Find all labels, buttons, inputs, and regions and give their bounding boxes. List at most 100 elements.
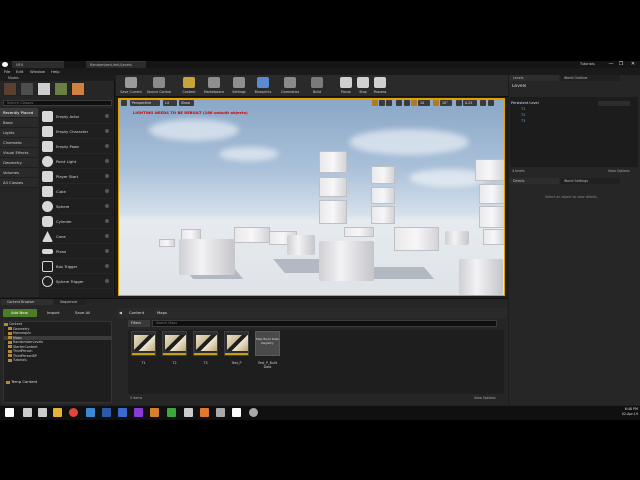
close-button[interactable]: ✕ xyxy=(628,61,638,68)
place-item[interactable]: Empty Pawn xyxy=(40,139,112,154)
level-row[interactable]: T2 xyxy=(521,113,525,118)
epic-launcher-icon[interactable] xyxy=(167,408,176,417)
photoshop-icon[interactable] xyxy=(118,408,127,417)
map-asset-tile[interactable] xyxy=(224,331,249,356)
store-icon[interactable] xyxy=(86,408,95,417)
task-view-icon[interactable] xyxy=(38,408,47,417)
place-item[interactable]: Empty Actor xyxy=(40,109,112,124)
tab-content-browser[interactable]: Content Browser xyxy=(1,299,53,305)
foliage-mode-icon[interactable] xyxy=(54,82,68,96)
search-icon[interactable] xyxy=(23,408,32,417)
system-clock[interactable]: 6:48 PM 02-Apr-19 xyxy=(612,407,638,417)
tab-level[interactable]: RandomizerLimit/Levels xyxy=(86,61,146,68)
place-item[interactable]: Sphere Trigger xyxy=(40,274,112,289)
tab-world-settings[interactable]: World Settings xyxy=(560,178,620,184)
level-row[interactable]: T1 xyxy=(521,107,525,112)
map-asset-tile[interactable] xyxy=(131,331,156,356)
toolbar-button[interactable]: Save Current xyxy=(120,76,142,96)
lit-button[interactable]: Lit xyxy=(163,100,177,106)
world-local-icon[interactable] xyxy=(396,100,402,106)
breadcrumb-maps[interactable]: Maps xyxy=(157,309,167,317)
rotate-mode-icon[interactable] xyxy=(379,100,385,106)
levels-title[interactable]: Levels xyxy=(512,84,526,89)
rotation-snap-icon[interactable] xyxy=(433,100,439,106)
geometry-mode-icon[interactable] xyxy=(71,82,85,96)
toolbar-button[interactable]: Source Control xyxy=(147,76,171,96)
map-build-data-tile[interactable]: Map Build Data Registry xyxy=(255,331,280,356)
tab-levels[interactable]: Levels xyxy=(509,75,559,81)
toolbar-button[interactable]: Settings xyxy=(228,76,250,96)
toolbar-button[interactable]: Content xyxy=(178,76,200,96)
place-item[interactable]: Player Start xyxy=(40,169,112,184)
scale-snap-value[interactable]: 0.25 xyxy=(463,100,477,106)
app-icon[interactable] xyxy=(216,408,225,417)
category-basic[interactable]: Basic xyxy=(0,118,38,128)
word-icon[interactable] xyxy=(102,408,111,417)
place-item[interactable]: Cone xyxy=(40,229,112,244)
view-options-button[interactable]: View Options xyxy=(608,169,630,173)
temp-content-folder[interactable]: Temp Content xyxy=(6,379,37,384)
maximize-button[interactable]: ❐ xyxy=(616,61,626,68)
blender-icon[interactable] xyxy=(200,408,209,417)
place-item[interactable]: Sphere xyxy=(40,199,112,214)
file-explorer-icon[interactable] xyxy=(53,408,62,417)
grid-snap-value[interactable]: 10 xyxy=(418,100,430,106)
chrome-icon[interactable] xyxy=(69,408,78,417)
toolbar-button[interactable]: Marketplace xyxy=(203,76,225,96)
level-row-persistent[interactable]: Persistent Level xyxy=(511,101,539,106)
toolbar-button[interactable]: Build xyxy=(306,76,328,96)
premiere-icon[interactable] xyxy=(134,408,143,417)
tab-ue4[interactable]: UE4 xyxy=(12,61,64,68)
view-options-button[interactable]: View Options xyxy=(474,396,496,400)
illustrator-icon[interactable] xyxy=(150,408,159,417)
app2-icon[interactable] xyxy=(249,408,258,417)
maximize-viewport-icon[interactable] xyxy=(488,100,494,106)
toolbar-button[interactable]: Possess xyxy=(369,76,391,96)
tab-details[interactable]: Details xyxy=(509,178,559,184)
translate-mode-icon[interactable] xyxy=(372,100,378,106)
search-classes-input[interactable]: Search Classes xyxy=(3,100,112,106)
breadcrumb-content[interactable]: Content xyxy=(129,309,144,317)
toolbar-button[interactable]: Cinematics xyxy=(279,76,301,96)
tab-world-outliner[interactable]: World Outliner xyxy=(560,75,620,81)
scale-snap-icon[interactable] xyxy=(456,100,462,106)
category-geometry[interactable]: Geometry xyxy=(0,158,38,168)
import-button[interactable]: Import xyxy=(40,309,66,317)
place-item[interactable]: Plane xyxy=(40,244,112,259)
windows-start-icon[interactable] xyxy=(5,408,14,417)
save-all-button[interactable]: Save All xyxy=(67,309,103,317)
level-row[interactable]: T3 xyxy=(521,119,525,124)
category-lights[interactable]: Lights xyxy=(0,128,38,138)
category-all-classes[interactable]: All Classes xyxy=(0,178,38,188)
category-cinematic[interactable]: Cinematic xyxy=(0,138,38,148)
menu-file[interactable]: File xyxy=(4,68,10,75)
tab-sequencer[interactable]: Sequencer xyxy=(54,299,86,305)
menu-edit[interactable]: Edit xyxy=(16,68,23,75)
viewport-menu-icon[interactable] xyxy=(121,100,127,106)
category-recently-placed[interactable]: Recently Placed xyxy=(0,108,38,118)
landscape-mode-icon[interactable] xyxy=(37,82,51,96)
search-assets-input[interactable]: Search Maps xyxy=(152,320,497,327)
back-arrow-icon[interactable]: ◀ xyxy=(119,309,123,317)
tree-item[interactable]: Tutorials xyxy=(4,358,112,363)
toolbar-button[interactable]: Blueprints xyxy=(252,76,274,96)
place-item[interactable]: Point Light xyxy=(40,154,112,169)
place-item[interactable]: Empty Character xyxy=(40,124,112,139)
level-viewport[interactable] xyxy=(118,98,505,296)
place-item[interactable]: Box Trigger xyxy=(40,259,112,274)
map-asset-tile[interactable] xyxy=(193,331,218,356)
filters-button[interactable]: Filters xyxy=(128,320,150,327)
scale-mode-icon[interactable] xyxy=(386,100,392,106)
place-item[interactable]: Cube xyxy=(40,184,112,199)
minimize-button[interactable]: — xyxy=(606,61,616,68)
category-visual-effects[interactable]: Visual Effects xyxy=(0,148,38,158)
menu-window[interactable]: Window xyxy=(30,68,45,75)
menu-help[interactable]: Help xyxy=(51,68,60,75)
paint-mode-icon[interactable] xyxy=(20,82,34,96)
category-volumes[interactable]: Volumes xyxy=(0,168,38,178)
grid-snap-icon[interactable] xyxy=(411,100,417,106)
rotation-snap-value[interactable]: 10° xyxy=(440,100,452,106)
tutorials-label[interactable]: Tutorials xyxy=(580,61,595,68)
perspective-button[interactable]: Perspective xyxy=(130,100,160,106)
place-item[interactable]: Cylinder xyxy=(40,214,112,229)
